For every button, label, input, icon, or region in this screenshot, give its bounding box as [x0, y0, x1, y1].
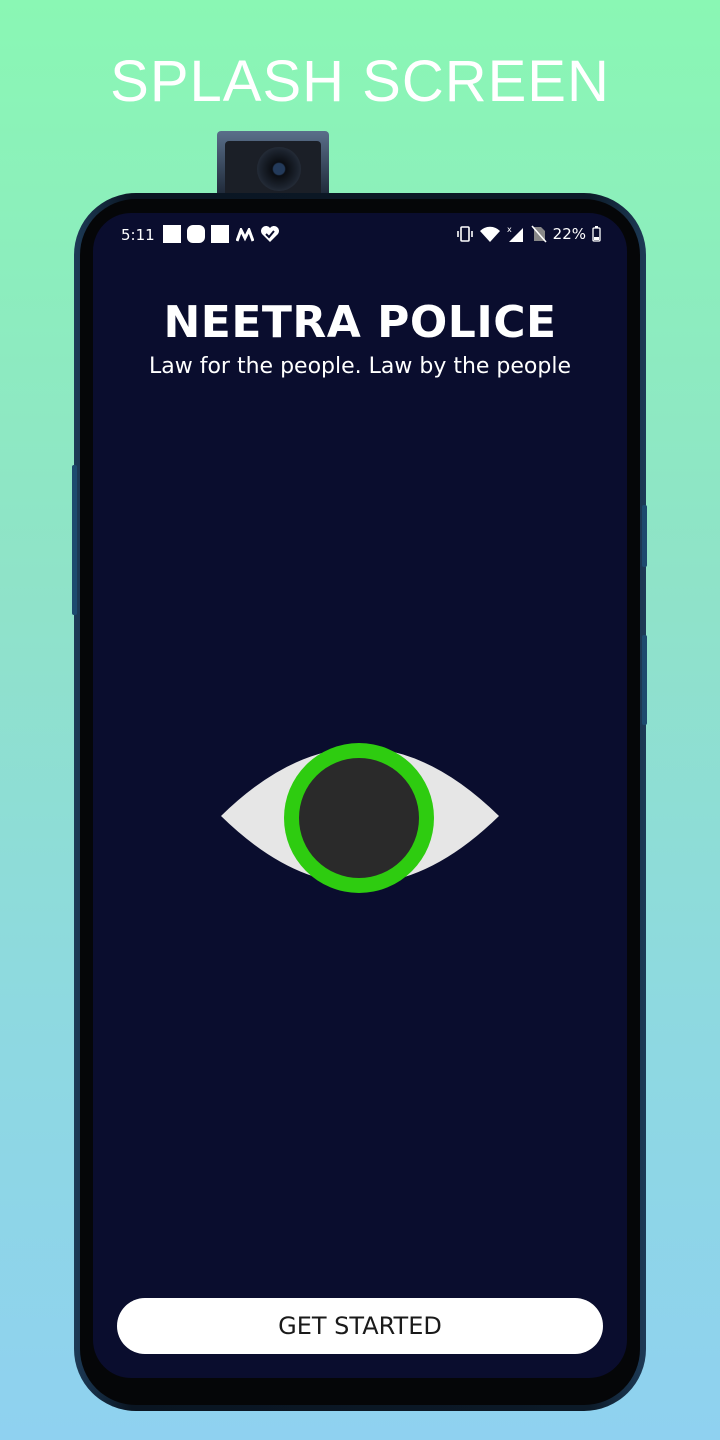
- promo-title: SPLASH SCREEN: [110, 49, 610, 114]
- app-title: NEETRA POLICE: [163, 297, 557, 348]
- get-started-button[interactable]: GET STARTED: [117, 1298, 603, 1354]
- eye-pupil: [299, 758, 419, 878]
- side-button: [642, 635, 647, 725]
- status-bar: 5:11 x 22%: [93, 221, 627, 251]
- status-time: 5:11: [121, 226, 155, 244]
- battery-icon: [592, 226, 601, 242]
- signal-icon: x: [507, 225, 523, 242]
- heart-check-icon: [261, 226, 279, 242]
- app-screen: 5:11 x 22% NEETRA POLICE Law for the peo…: [93, 213, 627, 1378]
- popup-camera: [217, 131, 329, 201]
- side-button: [72, 465, 77, 615]
- side-button: [642, 505, 647, 567]
- app-tagline: Law for the people. Law by the people: [149, 354, 571, 379]
- camera-lens-icon: [257, 147, 301, 191]
- vibrate-icon: [456, 226, 473, 242]
- svg-text:x: x: [507, 225, 512, 234]
- notification-square-icon: [163, 225, 181, 243]
- notification-rounded-icon: [187, 225, 205, 243]
- no-sim-icon: [531, 225, 547, 243]
- battery-percentage: 22%: [552, 225, 586, 243]
- eye-icon: [221, 743, 499, 893]
- wifi-icon: [479, 226, 500, 242]
- m-app-icon: [236, 228, 254, 242]
- notification-square-icon: [211, 225, 229, 243]
